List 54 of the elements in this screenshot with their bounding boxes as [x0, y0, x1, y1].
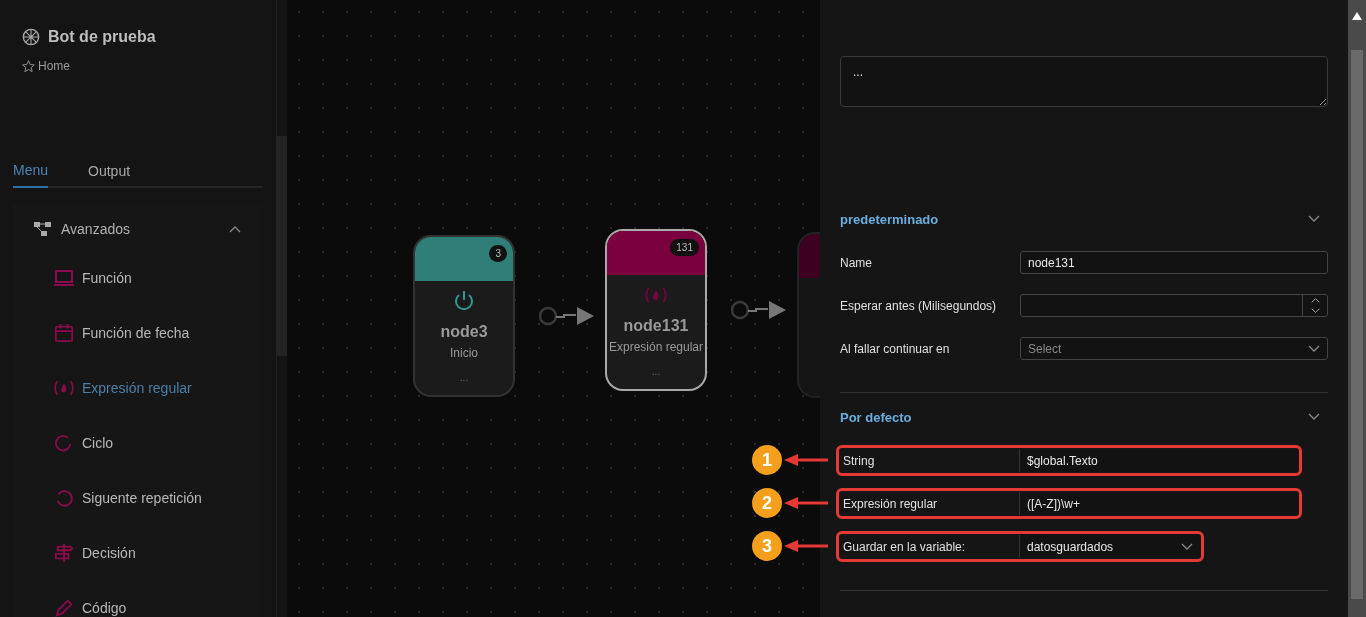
menu-item[interactable]: Función [82, 269, 132, 286]
menu-item[interactable]: Ciclo [82, 434, 114, 451]
chevron-up-icon [229, 225, 241, 233]
callout-arrow [782, 453, 828, 467]
node-card[interactable]: 3 node3 Inicio ... [413, 235, 515, 397]
scrollbar-thumb[interactable] [277, 136, 287, 356]
node-type: Inicio [450, 346, 478, 360]
connector-arrow [539, 304, 595, 328]
chevron-down-icon [1308, 344, 1320, 353]
callout-arrow [782, 539, 828, 553]
breadcrumb-link[interactable]: Home [38, 59, 70, 73]
section-header[interactable]: Por defecto [840, 409, 912, 425]
select-dropdown[interactable]: Select [1020, 337, 1328, 360]
chevron-down-icon [1308, 413, 1320, 421]
chevron-up-icon [1310, 297, 1320, 304]
chevron-down-icon [1310, 307, 1320, 314]
node-footer: ... [459, 372, 469, 383]
signpost-icon [53, 542, 75, 563]
node-card[interactable]: 131 node131 Expresión regular ... [605, 229, 707, 391]
scrollbar-thumb[interactable] [1351, 50, 1363, 599]
field-label: Esperar antes (Milisegundos) [840, 298, 998, 313]
node-badge: 131 [670, 239, 699, 256]
node-badge: 3 [489, 245, 507, 262]
node-name: node131 [623, 317, 689, 335]
tab[interactable]: Output [88, 161, 131, 188]
menu-group-header[interactable]: Avanzados [61, 221, 220, 237]
node-footer: ... [651, 366, 661, 377]
menu-item[interactable]: Expresión regular [82, 379, 192, 396]
notes-textarea[interactable]: ... [840, 56, 1328, 107]
connector-arrow [731, 298, 787, 322]
pencil-icon [53, 597, 75, 617]
scroll-up-icon[interactable] [1352, 12, 1362, 20]
number-field[interactable] [1020, 294, 1328, 317]
callout-arrow [782, 496, 828, 510]
node-name: node3 [440, 323, 488, 341]
calendar-icon [53, 322, 75, 343]
text-field[interactable]: node131 [1020, 251, 1328, 274]
laptop-icon [53, 267, 75, 288]
node-type: Expresión regular [608, 340, 704, 354]
wheel-icon [22, 28, 40, 46]
menu-item[interactable]: Función de fecha [82, 324, 190, 341]
hierarchy-icon [34, 221, 52, 237]
star-icon [22, 59, 35, 73]
chevron-down-icon [1308, 215, 1320, 223]
chevron-down-icon [1181, 542, 1193, 551]
bot-title: Bot de prueba [48, 28, 156, 46]
field-label: Al fallar continuar en [840, 341, 951, 356]
menu-item[interactable]: Código [82, 599, 127, 616]
section-header[interactable]: predeterminado [840, 211, 939, 227]
field-label: Name [840, 255, 873, 270]
tab[interactable]: Menu [13, 161, 49, 188]
power-icon [452, 289, 476, 313]
menu-item[interactable]: Decisión [82, 544, 136, 561]
menu-item[interactable]: Siguente repetición [82, 489, 202, 506]
